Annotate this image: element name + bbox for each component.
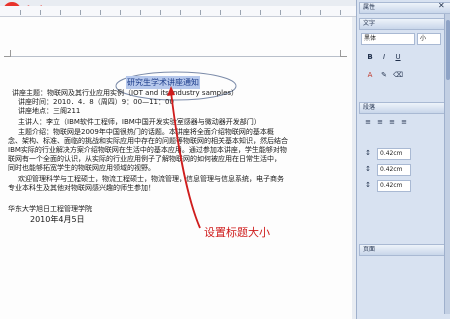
sidebar-title: 属性	[359, 2, 450, 14]
clear-format-icon[interactable]: ⌫	[393, 70, 403, 80]
close-icon[interactable]: ✕	[438, 1, 445, 10]
line-spacing-icon: ↕	[365, 181, 371, 189]
spacing-after-icon: ↕	[365, 165, 371, 173]
highlight-icon[interactable]: ✎	[379, 70, 389, 80]
font-size-select[interactable]: 小	[417, 33, 441, 45]
sidebar-scrollbar[interactable]	[444, 14, 450, 314]
underline-button[interactable]: U	[393, 52, 403, 62]
font-color-button[interactable]: A	[365, 70, 375, 80]
justify-icon[interactable]: ≡	[399, 117, 409, 127]
text-section-header[interactable]: 文字	[359, 18, 450, 30]
align-center-icon[interactable]: ≡	[375, 117, 385, 127]
font-name-select[interactable]: 黑体	[361, 33, 415, 45]
paragraph-section-header[interactable]: 段落	[359, 102, 450, 114]
bold-button[interactable]: B	[365, 52, 375, 62]
line-spacing-input[interactable]: 0.42cm	[377, 180, 411, 192]
align-left-icon[interactable]: ≡	[363, 117, 373, 127]
align-right-icon[interactable]: ≡	[387, 117, 397, 127]
spacing-before-icon: ↕	[365, 149, 371, 157]
page-section-header[interactable]: 页面	[359, 244, 450, 256]
spacing-after-input[interactable]: 0.42cm	[377, 164, 411, 176]
annotation-arrow	[167, 86, 201, 229]
properties-sidebar: 属性 文字 黑体 小 B I U A ✎ ⌫ 段落 ≡ ≡ ≡ ≡ ↕ 0.42…	[356, 0, 450, 319]
spacing-before-input[interactable]: 0.42cm	[377, 148, 411, 160]
annotation-label: 设置标题大小	[204, 226, 270, 239]
italic-button[interactable]: I	[379, 52, 389, 62]
